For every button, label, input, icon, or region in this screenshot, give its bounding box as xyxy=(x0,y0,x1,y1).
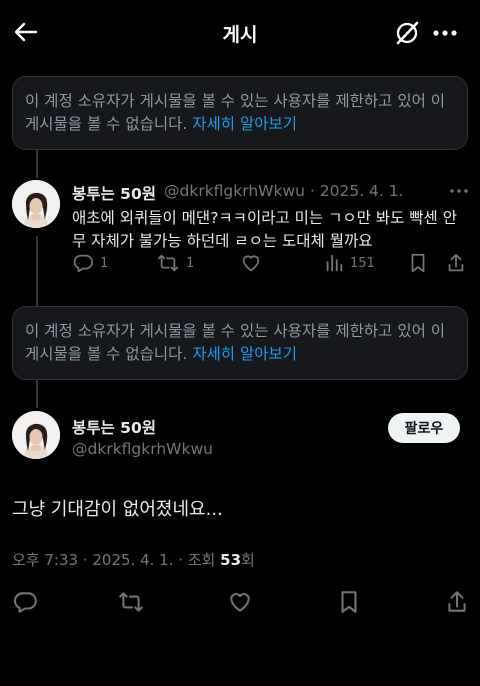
views-count: 53 xyxy=(220,551,242,569)
share-icon xyxy=(448,253,464,272)
grok-icon[interactable] xyxy=(393,19,421,47)
bookmark-button[interactable] xyxy=(408,251,428,275)
more-icon[interactable] xyxy=(448,183,470,199)
retweet-button[interactable]: 1 xyxy=(156,251,194,275)
more-icon[interactable] xyxy=(430,19,460,47)
like-button[interactable] xyxy=(240,251,262,275)
thread-line xyxy=(36,380,38,408)
author-handle-date[interactable]: @dkrkflgkrhWkwu · 2025. 4. 1. xyxy=(164,182,404,200)
share-icon[interactable] xyxy=(444,589,470,615)
retweet-icon[interactable] xyxy=(118,589,144,615)
top-bar: 게시 xyxy=(0,0,480,64)
reply-count: 1 xyxy=(100,255,109,271)
reply-icon xyxy=(73,254,94,273)
tweet-time-date: 오후 7:33 · 2025. 4. 1. · 조회 xyxy=(12,551,221,569)
like-icon[interactable] xyxy=(227,589,253,615)
tweet-text: 애초에 외퀴들이 메댄?ㅋㅋ이라고 미는 ㄱㅇ만 봐도 빡센 안무 자체가 불가… xyxy=(72,209,457,250)
tweet-text: 그냥 기대감이 없어졌네요... xyxy=(12,499,223,520)
views-button[interactable]: 151 xyxy=(324,251,375,275)
author-name[interactable]: 봉투는 50원 xyxy=(72,182,156,204)
views-icon xyxy=(326,254,343,272)
thread-line xyxy=(36,236,38,306)
restricted-notice: 이 계정 소유자가 게시물을 볼 수 있는 사용자를 제한하고 있어 이 게시물… xyxy=(12,306,468,380)
tweet-meta: 오후 7:33 · 2025. 4. 1. · 조회 53회 xyxy=(12,549,255,570)
restricted-notice: 이 계정 소유자가 게시물을 볼 수 있는 사용자를 제한하고 있어 이 게시물… xyxy=(12,76,468,150)
retweet-icon xyxy=(157,254,179,272)
reply-button[interactable]: 1 xyxy=(72,251,108,275)
views-count: 151 xyxy=(350,255,375,271)
follow-button[interactable]: 팔로우 xyxy=(388,413,460,443)
thread-line xyxy=(36,150,38,178)
avatar[interactable] xyxy=(12,411,60,459)
like-icon xyxy=(242,255,260,272)
reply-icon[interactable] xyxy=(12,589,38,615)
learn-more-link[interactable]: 자세히 알아보기 xyxy=(192,345,297,363)
author-name[interactable]: 봉투는 50원 xyxy=(72,416,156,438)
share-button[interactable] xyxy=(446,251,466,275)
avatar[interactable] xyxy=(12,180,60,228)
bookmark-icon xyxy=(411,253,425,273)
views-suffix: 회 xyxy=(241,551,255,569)
retweet-count: 1 xyxy=(186,255,195,271)
bookmark-icon[interactable] xyxy=(336,589,362,615)
author-handle[interactable]: @dkrkflgkrhWkwu xyxy=(72,440,213,458)
learn-more-link[interactable]: 자세히 알아보기 xyxy=(192,115,297,133)
